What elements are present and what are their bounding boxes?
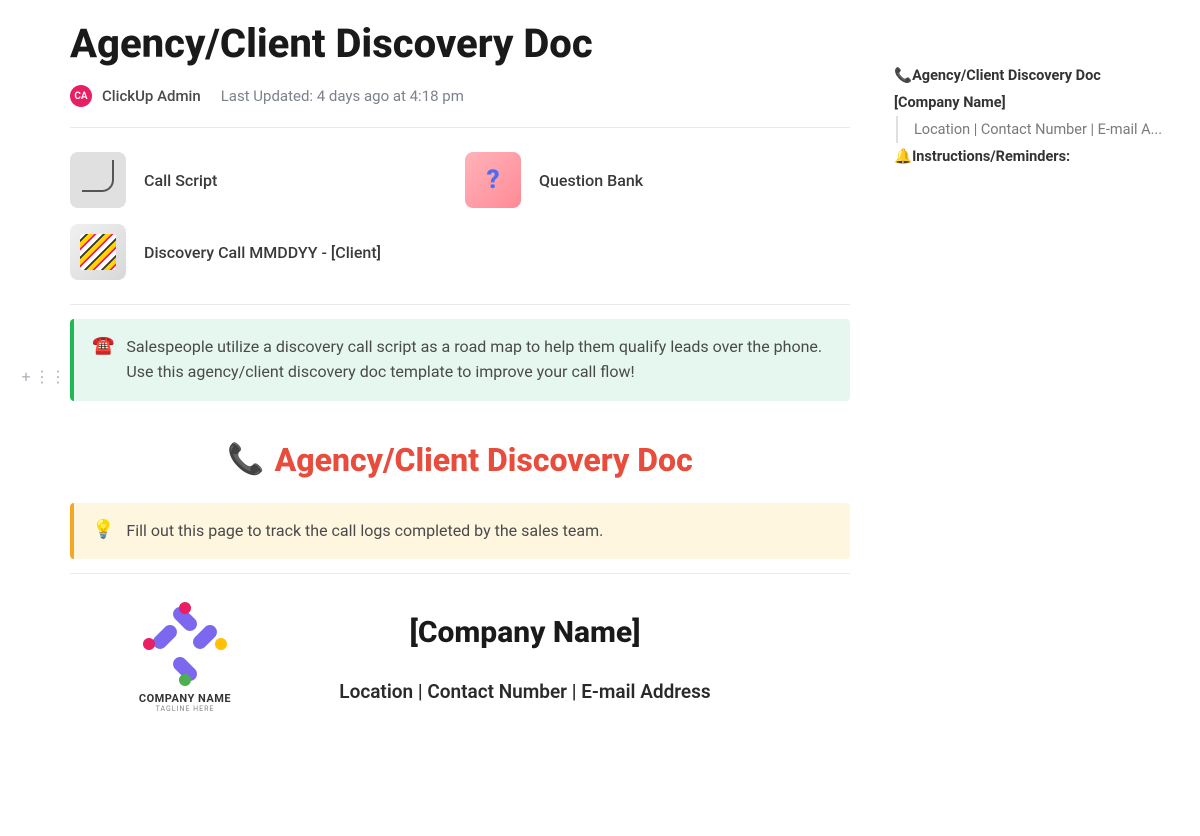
subpage-label: Question Bank <box>539 171 643 190</box>
drag-handle-icon[interactable]: ⋮⋮ <box>42 368 58 384</box>
logo-company-name: COMPANY NAME <box>120 692 250 705</box>
phone-emoji-icon: ☎️ <box>92 335 114 385</box>
company-logo: COMPANY NAME TAGLINE HERE <box>120 604 250 713</box>
outline-label: Agency/Client Discovery Doc <box>912 67 1101 84</box>
page-title: Agency/Client Discovery Doc <box>70 20 850 67</box>
thumb-question-icon: ? <box>465 152 521 208</box>
company-info: [Company Name] Location | Contact Number… <box>280 615 830 703</box>
outline-item[interactable]: 🔔Instructions/Reminders: <box>894 143 1184 170</box>
subpage-label: Discovery Call MMDDYY - [Client] <box>144 243 381 262</box>
subpage-call-script[interactable]: Call Script <box>70 152 455 208</box>
outline-item[interactable]: Location | Contact Number | E-mail A... <box>896 116 1184 143</box>
lightbulb-icon: 💡 <box>92 519 114 544</box>
phone-receiver-icon: 📞 <box>894 67 912 84</box>
updated-prefix: Last Updated: <box>221 87 317 105</box>
callout-intro[interactable]: ☎️ Salespeople utilize a discovery call … <box>70 319 850 401</box>
callout-instruction[interactable]: 💡 Fill out this page to track the call l… <box>70 503 850 560</box>
section-heading: 📞 Agency/Client Discovery Doc <box>70 441 850 479</box>
outline-label: Location | Contact Number | E-mail A... <box>914 121 1162 138</box>
outline-item[interactable]: 📞Agency/Client Discovery Doc <box>894 62 1184 89</box>
block-gutter: + ⋮⋮ <box>18 368 58 384</box>
callout-text: Fill out this page to track the call log… <box>126 519 603 544</box>
phone-receiver-icon: 📞 <box>227 442 264 477</box>
document-outline: 📞Agency/Client Discovery Doc [Company Na… <box>894 62 1184 170</box>
subpage-label: Call Script <box>144 171 217 190</box>
company-name-heading[interactable]: [Company Name] <box>280 615 770 650</box>
doc-meta: CA ClickUp Admin Last Updated: 4 days ag… <box>70 85 850 107</box>
thumb-files-icon <box>70 224 126 280</box>
divider <box>70 304 850 305</box>
last-updated: Last Updated: 4 days ago at 4:18 pm <box>221 87 464 105</box>
author-name[interactable]: ClickUp Admin <box>102 87 201 105</box>
subpage-question-bank[interactable]: ? Question Bank <box>465 152 850 208</box>
callout-text: Salespeople utilize a discovery call scr… <box>126 335 832 385</box>
author-avatar[interactable]: CA <box>70 85 92 107</box>
outline-label: Instructions/Reminders: <box>912 148 1070 165</box>
add-block-icon[interactable]: + <box>18 368 34 384</box>
logo-mark-icon <box>145 604 225 684</box>
section-heading-text: Agency/Client Discovery Doc <box>275 441 693 479</box>
subpage-discovery-call[interactable]: Discovery Call MMDDYY - [Client] <box>70 224 850 280</box>
subpages-grid: Call Script ? Question Bank Discovery Ca… <box>70 128 850 304</box>
bell-icon: 🔔 <box>894 148 912 165</box>
outline-item[interactable]: [Company Name] <box>894 89 1184 116</box>
updated-value: 4 days ago at 4:18 pm <box>317 87 464 105</box>
logo-tagline: TAGLINE HERE <box>120 705 250 713</box>
thumb-cord-icon <box>70 152 126 208</box>
company-contact-line[interactable]: Location | Contact Number | E-mail Addre… <box>280 680 770 703</box>
company-block: COMPANY NAME TAGLINE HERE [Company Name]… <box>70 574 850 713</box>
outline-label: [Company Name] <box>894 94 1006 111</box>
